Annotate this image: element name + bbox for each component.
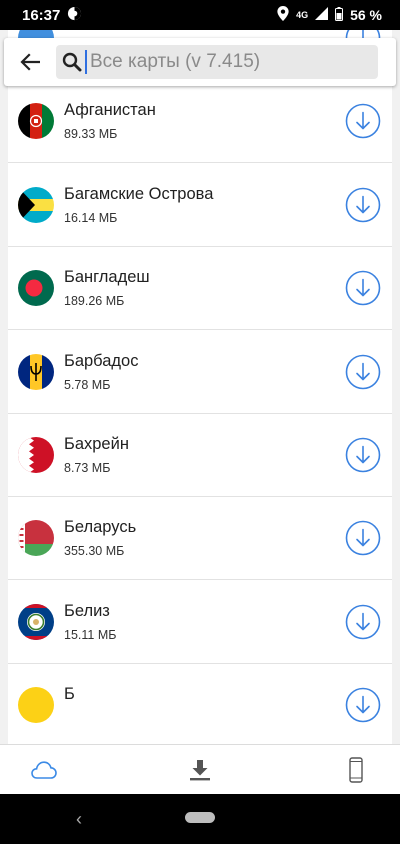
country-list[interactable]: 3.93 МБАфганистан89.33 МББагамские Остро… — [8, 30, 392, 744]
country-name: Багамские Острова — [64, 184, 214, 203]
country-name: Бахрейн — [64, 435, 129, 453]
country-name: Афганистан — [64, 101, 156, 120]
arrow-back-icon — [20, 53, 40, 71]
app-notification-icon — [67, 6, 82, 24]
status-time: 16:37 — [22, 6, 61, 24]
location-icon — [277, 6, 289, 24]
country-row[interactable]: Барбадос 5.78 МБ — [8, 331, 392, 414]
country-row[interactable]: Багамские Острова 16.14 МБ — [8, 164, 392, 247]
phone-icon — [349, 756, 363, 783]
country-size: 15.11 МБ — [64, 627, 117, 642]
country-size: 189.26 МБ — [64, 294, 125, 309]
flag-bahrain-icon — [18, 437, 54, 473]
back-button[interactable] — [4, 38, 56, 86]
country-size: 89.33 МБ — [64, 127, 118, 142]
bottom-navigation — [0, 744, 400, 794]
flag-benin-icon — [18, 687, 54, 724]
download-arrow-icon — [345, 104, 381, 139]
country-size: 8.73 МБ — [64, 461, 111, 475]
download-arrow-icon — [345, 687, 381, 723]
cloud-icon — [31, 760, 57, 779]
download-arrow-icon — [345, 521, 381, 556]
country-row[interactable]: Бангладеш 189.26 МБ — [8, 247, 392, 331]
nav-download-button[interactable] — [184, 754, 216, 786]
country-name: Барбадос — [64, 351, 139, 370]
battery-percent: 56 % — [350, 7, 382, 23]
nav-cloud-button[interactable] — [28, 754, 60, 786]
flag-bahamas-icon — [18, 186, 54, 223]
download-arrow-icon — [345, 187, 381, 223]
download-arrow-icon — [345, 604, 381, 640]
flag-belarus-icon — [18, 520, 54, 557]
flag-afghanistan-icon — [18, 103, 54, 140]
country-row[interactable]: Беларусь 355.30 МБ — [8, 497, 392, 581]
country-name: Б — [64, 685, 75, 704]
nav-device-button[interactable] — [340, 754, 372, 786]
flag-bangladesh-icon — [18, 270, 54, 307]
search-input[interactable] — [85, 50, 365, 74]
network-type: 4G — [296, 10, 309, 20]
country-row[interactable]: Афганистан 89.33 МБ — [8, 80, 392, 164]
country-size: 5.78 МБ — [64, 377, 111, 392]
system-home-button[interactable] — [185, 812, 215, 823]
country-name: Беларусь — [64, 518, 137, 537]
country-row[interactable]: Белиз 15.11 МБ — [8, 581, 392, 664]
download-button[interactable] — [345, 103, 381, 139]
download-button[interactable] — [345, 604, 381, 640]
system-back-button[interactable]: ‹ — [76, 809, 82, 830]
country-size: 355.30 МБ — [64, 544, 125, 559]
search-icon — [62, 52, 82, 72]
download-icon — [190, 759, 210, 780]
download-button[interactable] — [345, 520, 381, 556]
flag-barbados-icon — [18, 353, 54, 390]
country-name: Бангладеш — [64, 268, 150, 287]
status-bar: 16:37 4G 56 % — [0, 0, 400, 30]
download-arrow-icon — [345, 354, 381, 389]
search-box[interactable] — [56, 45, 378, 79]
country-size: 16.14 МБ — [64, 210, 118, 225]
flag-belize-icon — [18, 603, 54, 640]
search-toolbar — [4, 38, 396, 86]
download-button[interactable] — [345, 270, 381, 306]
download-arrow-icon — [345, 437, 381, 473]
country-row[interactable]: Бахрейн 8.73 МБ — [8, 414, 392, 497]
download-button[interactable] — [345, 437, 381, 473]
download-button[interactable] — [345, 187, 381, 223]
country-name: Белиз — [64, 601, 110, 620]
battery-icon — [335, 6, 344, 24]
signal-icon — [315, 7, 329, 23]
download-arrow-icon — [345, 270, 381, 306]
download-button[interactable] — [345, 687, 381, 723]
app-window: 3.93 МБАфганистан89.33 МББагамские Остро… — [0, 30, 400, 794]
system-navigation-bar: ‹ — [0, 794, 400, 844]
download-button[interactable] — [345, 354, 381, 390]
country-row[interactable]: Б — [8, 664, 392, 744]
